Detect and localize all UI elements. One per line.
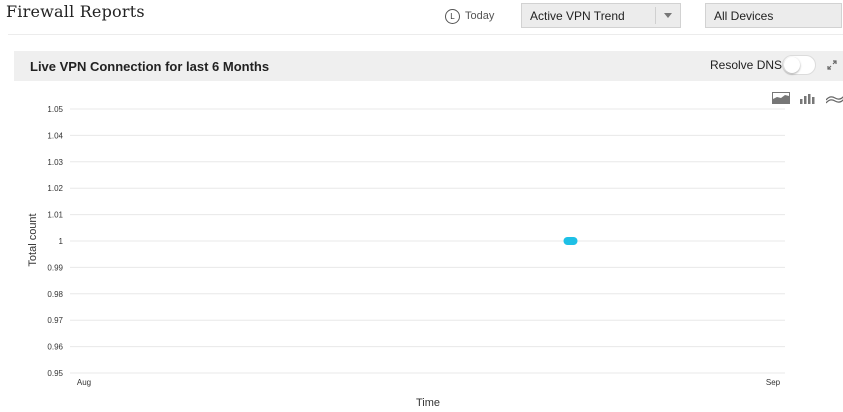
select-divider: [655, 7, 656, 24]
data-point[interactable]: [563, 237, 578, 245]
y-tick-label: 1.03: [47, 158, 63, 167]
y-tick-label: 0.95: [47, 369, 63, 378]
resolve-dns-toggle[interactable]: [782, 55, 816, 75]
resolve-dns-label: Resolve DNS: [710, 58, 783, 72]
panel-title: Live VPN Connection for last 6 Months: [30, 59, 270, 74]
x-tick-label: Sep: [766, 378, 781, 387]
device-select-value: All Devices: [714, 8, 774, 23]
toggle-knob: [784, 57, 800, 73]
y-axis-title: Total count: [27, 213, 39, 266]
report-type-select[interactable]: Active VPN Trend: [521, 3, 681, 28]
expand-icon[interactable]: [827, 60, 837, 70]
vpn-trend-chart: 0.95 0.96 0.97 0.98 0.99 1 1.01 1.02 1.03 1.04 1.0…: [27, 105, 785, 409]
y-tick-label: 1.05: [47, 105, 63, 114]
y-tick-label: 0.96: [47, 343, 63, 352]
y-tick-label: 1.01: [47, 211, 63, 220]
today-button[interactable]: L Today: [445, 7, 494, 25]
device-select[interactable]: All Devices: [705, 3, 842, 28]
panel-header: Live VPN Connection for last 6 Months Re…: [14, 51, 843, 81]
chevron-down-icon: [664, 13, 672, 18]
x-axis-title: Time: [416, 397, 440, 409]
report-type-value: Active VPN Trend: [530, 8, 625, 23]
y-tick-label: 1.02: [47, 184, 63, 193]
y-tick-label: 1: [59, 237, 64, 246]
page-title: Firewall Reports: [6, 2, 145, 21]
y-tick-label: 1.04: [47, 131, 63, 140]
x-tick-label: Aug: [77, 378, 91, 387]
y-tick-label: 0.98: [47, 290, 63, 299]
y-tick-label: 0.97: [47, 316, 63, 325]
y-tick-label: 0.99: [47, 263, 63, 272]
clock-icon: L: [445, 8, 460, 24]
today-label: Today: [465, 10, 495, 22]
header-divider: [8, 34, 843, 35]
